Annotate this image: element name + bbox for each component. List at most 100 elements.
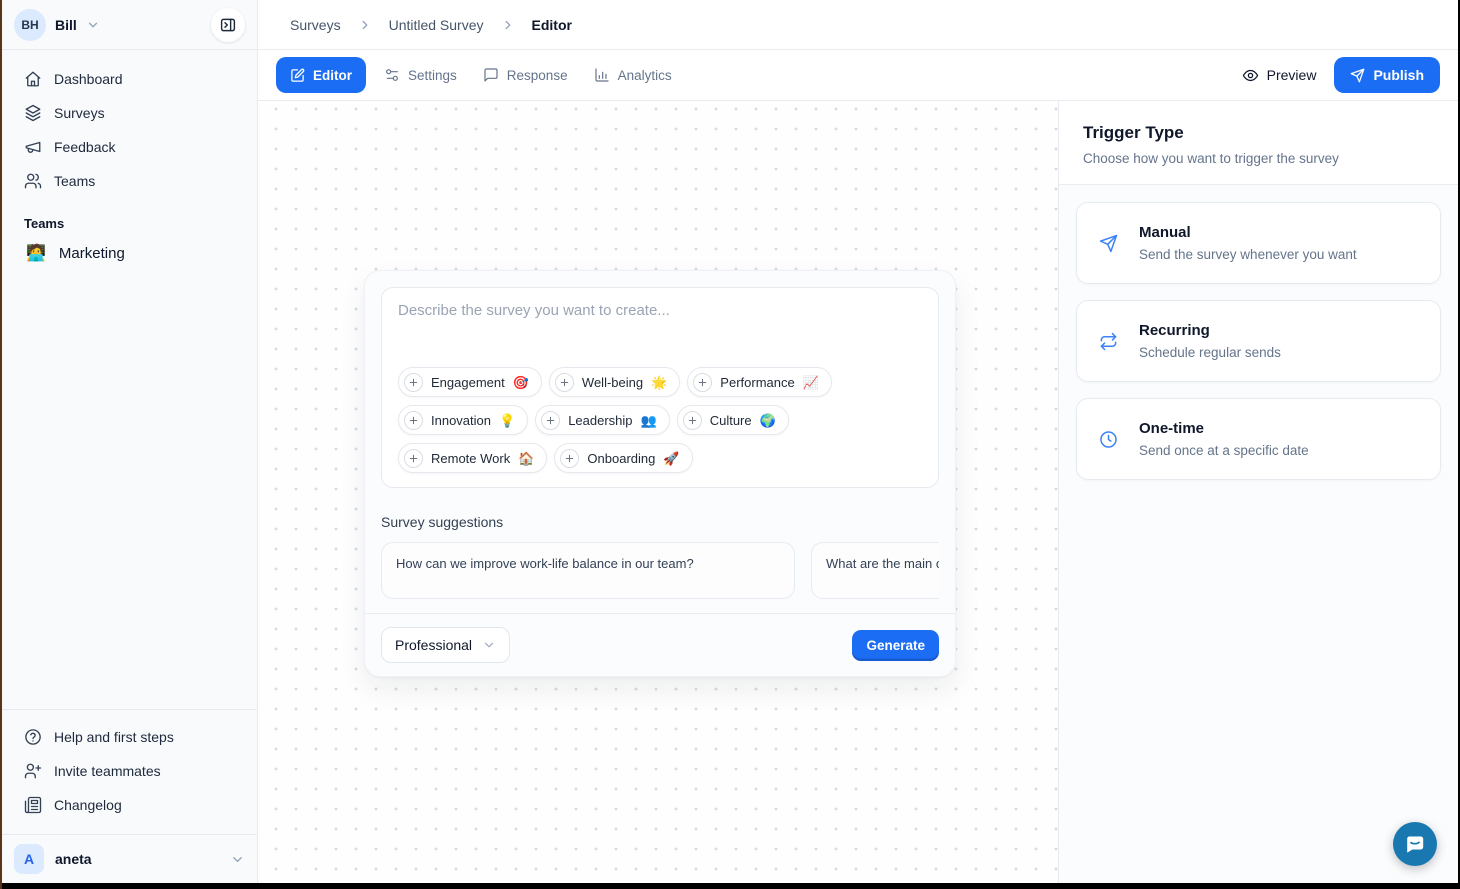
bar-chart-icon bbox=[594, 67, 610, 83]
chip-emoji: 🏠 bbox=[518, 452, 534, 465]
sidebar-item-label: Invite teammates bbox=[54, 763, 161, 779]
plus-icon bbox=[693, 373, 712, 392]
chip-remote-work[interactable]: Remote Work 🏠 bbox=[398, 443, 547, 473]
chip-emoji: 📈 bbox=[803, 376, 819, 389]
sidebar-spacer bbox=[2, 270, 257, 709]
trigger-option-description: Send the survey whenever you want bbox=[1139, 247, 1357, 262]
survey-description-input[interactable] bbox=[398, 302, 922, 367]
sidebar-item-changelog[interactable]: Changelog bbox=[14, 788, 245, 822]
publish-button[interactable]: Publish bbox=[1334, 57, 1440, 93]
trigger-option-recurring[interactable]: Recurring Schedule regular sends bbox=[1076, 300, 1441, 382]
plus-icon bbox=[683, 411, 702, 430]
sidebar-item-label: Dashboard bbox=[54, 71, 123, 87]
suggestion-card[interactable]: What are the main ob bbox=[811, 542, 939, 599]
chip-culture[interactable]: Culture 🌍 bbox=[677, 405, 789, 435]
breadcrumb: Surveys Untitled Survey Editor bbox=[258, 0, 1458, 50]
sidebar-item-label: Teams bbox=[54, 173, 95, 189]
help-circle-icon bbox=[24, 728, 42, 746]
sidebar-item-feedback[interactable]: Feedback bbox=[14, 130, 245, 164]
editor-toolbar: Editor Settings Response Analytics bbox=[258, 50, 1458, 101]
plus-icon bbox=[541, 411, 560, 430]
workspace-name: Bill bbox=[55, 17, 77, 33]
preview-button[interactable]: Preview bbox=[1242, 67, 1317, 84]
workspace-switcher[interactable]: BH Bill bbox=[14, 9, 100, 41]
trigger-option-title: Recurring bbox=[1139, 322, 1281, 339]
users-icon bbox=[24, 172, 42, 190]
home-icon bbox=[24, 70, 42, 88]
trigger-option-description: Send once at a specific date bbox=[1139, 443, 1309, 458]
sidebar-item-help[interactable]: Help and first steps bbox=[14, 720, 245, 754]
editor-canvas[interactable]: Engagement 🎯 Well-being 🌟 bbox=[258, 101, 1058, 883]
trigger-option-description: Schedule regular sends bbox=[1139, 345, 1281, 360]
sidebar-nav: Dashboard Surveys Feedback Teams bbox=[2, 50, 257, 198]
breadcrumb-untitled-survey[interactable]: Untitled Survey bbox=[389, 17, 484, 33]
repeat-icon bbox=[1099, 332, 1118, 351]
chevron-right-icon bbox=[501, 18, 515, 32]
sidebar-item-surveys[interactable]: Surveys bbox=[14, 96, 245, 130]
chip-emoji: 🌟 bbox=[651, 376, 667, 389]
chip-innovation[interactable]: Innovation 💡 bbox=[398, 405, 528, 435]
team-emoji: 🧑‍💻 bbox=[26, 246, 46, 262]
sidebar-collapse-button[interactable] bbox=[211, 8, 245, 42]
plus-icon bbox=[555, 373, 574, 392]
chevron-down-icon bbox=[230, 852, 245, 867]
clock-icon bbox=[1099, 430, 1118, 449]
preview-label: Preview bbox=[1267, 67, 1317, 83]
chat-bubble-icon bbox=[1403, 832, 1427, 856]
newspaper-icon bbox=[24, 796, 42, 814]
send-icon bbox=[1099, 234, 1118, 253]
tab-response[interactable]: Response bbox=[475, 57, 576, 93]
generate-button[interactable]: Generate bbox=[852, 630, 939, 661]
tab-settings[interactable]: Settings bbox=[376, 57, 465, 93]
trigger-option-title: One-time bbox=[1139, 420, 1309, 437]
sidebar-header: BH Bill bbox=[2, 0, 257, 50]
chip-emoji: 🌍 bbox=[760, 414, 776, 427]
send-icon bbox=[1350, 68, 1365, 83]
sidebar-item-label: Changelog bbox=[54, 797, 122, 813]
plus-icon bbox=[560, 449, 579, 468]
chat-launcher-button[interactable] bbox=[1393, 822, 1437, 866]
sidebar-item-teams[interactable]: Teams bbox=[14, 164, 245, 198]
megaphone-icon bbox=[24, 138, 42, 156]
chip-well-being[interactable]: Well-being 🌟 bbox=[549, 367, 680, 397]
breadcrumb-surveys[interactable]: Surveys bbox=[290, 17, 341, 33]
tab-analytics[interactable]: Analytics bbox=[586, 57, 680, 93]
breadcrumb-editor: Editor bbox=[532, 17, 572, 33]
suggestion-card[interactable]: How can we improve work-life balance in … bbox=[381, 542, 795, 599]
sidebar-item-dashboard[interactable]: Dashboard bbox=[14, 62, 245, 96]
tone-select[interactable]: Professional bbox=[381, 627, 510, 663]
eye-icon bbox=[1242, 67, 1259, 84]
composer-footer: Professional Generate bbox=[365, 613, 955, 676]
panel-collapse-icon bbox=[219, 16, 237, 34]
sidebar-item-invite[interactable]: Invite teammates bbox=[14, 754, 245, 788]
chip-leadership[interactable]: Leadership 👥 bbox=[535, 405, 670, 435]
window-edge bbox=[0, 0, 2, 889]
account-menu[interactable]: A aneta bbox=[2, 834, 257, 883]
panel-title: Trigger Type bbox=[1083, 123, 1434, 143]
workspace-avatar: BH bbox=[14, 9, 46, 41]
tab-editor[interactable]: Editor bbox=[276, 57, 366, 93]
tab-label: Settings bbox=[408, 68, 457, 83]
chip-emoji: 🎯 bbox=[513, 376, 529, 389]
layers-icon bbox=[24, 104, 42, 122]
chip-performance[interactable]: Performance 📈 bbox=[687, 367, 832, 397]
chip-label: Innovation bbox=[431, 413, 491, 428]
sidebar-footer-nav: Help and first steps Invite teammates Ch… bbox=[2, 709, 257, 826]
chevron-right-icon bbox=[358, 18, 372, 32]
sidebar-item-label: Help and first steps bbox=[54, 729, 174, 745]
chip-label: Engagement bbox=[431, 375, 505, 390]
main-column: Surveys Untitled Survey Editor Editor bbox=[258, 0, 1458, 883]
sidebar-item-team-marketing[interactable]: 🧑‍💻 Marketing bbox=[14, 237, 245, 270]
workarea: Engagement 🎯 Well-being 🌟 bbox=[258, 101, 1458, 883]
chip-label: Remote Work bbox=[431, 451, 510, 466]
team-label: Marketing bbox=[59, 245, 125, 262]
chip-label: Well-being bbox=[582, 375, 643, 390]
teams-section-label: Teams bbox=[2, 198, 257, 237]
trigger-option-manual[interactable]: Manual Send the survey whenever you want bbox=[1076, 202, 1441, 284]
sidebar: BH Bill Dashboard bbox=[2, 0, 258, 883]
trigger-option-one-time[interactable]: One-time Send once at a specific date bbox=[1076, 398, 1441, 480]
chip-onboarding[interactable]: Onboarding 🚀 bbox=[554, 443, 692, 473]
toolbar-actions: Preview Publish bbox=[1242, 57, 1440, 93]
chip-label: Performance bbox=[720, 375, 794, 390]
chip-engagement[interactable]: Engagement 🎯 bbox=[398, 367, 542, 397]
